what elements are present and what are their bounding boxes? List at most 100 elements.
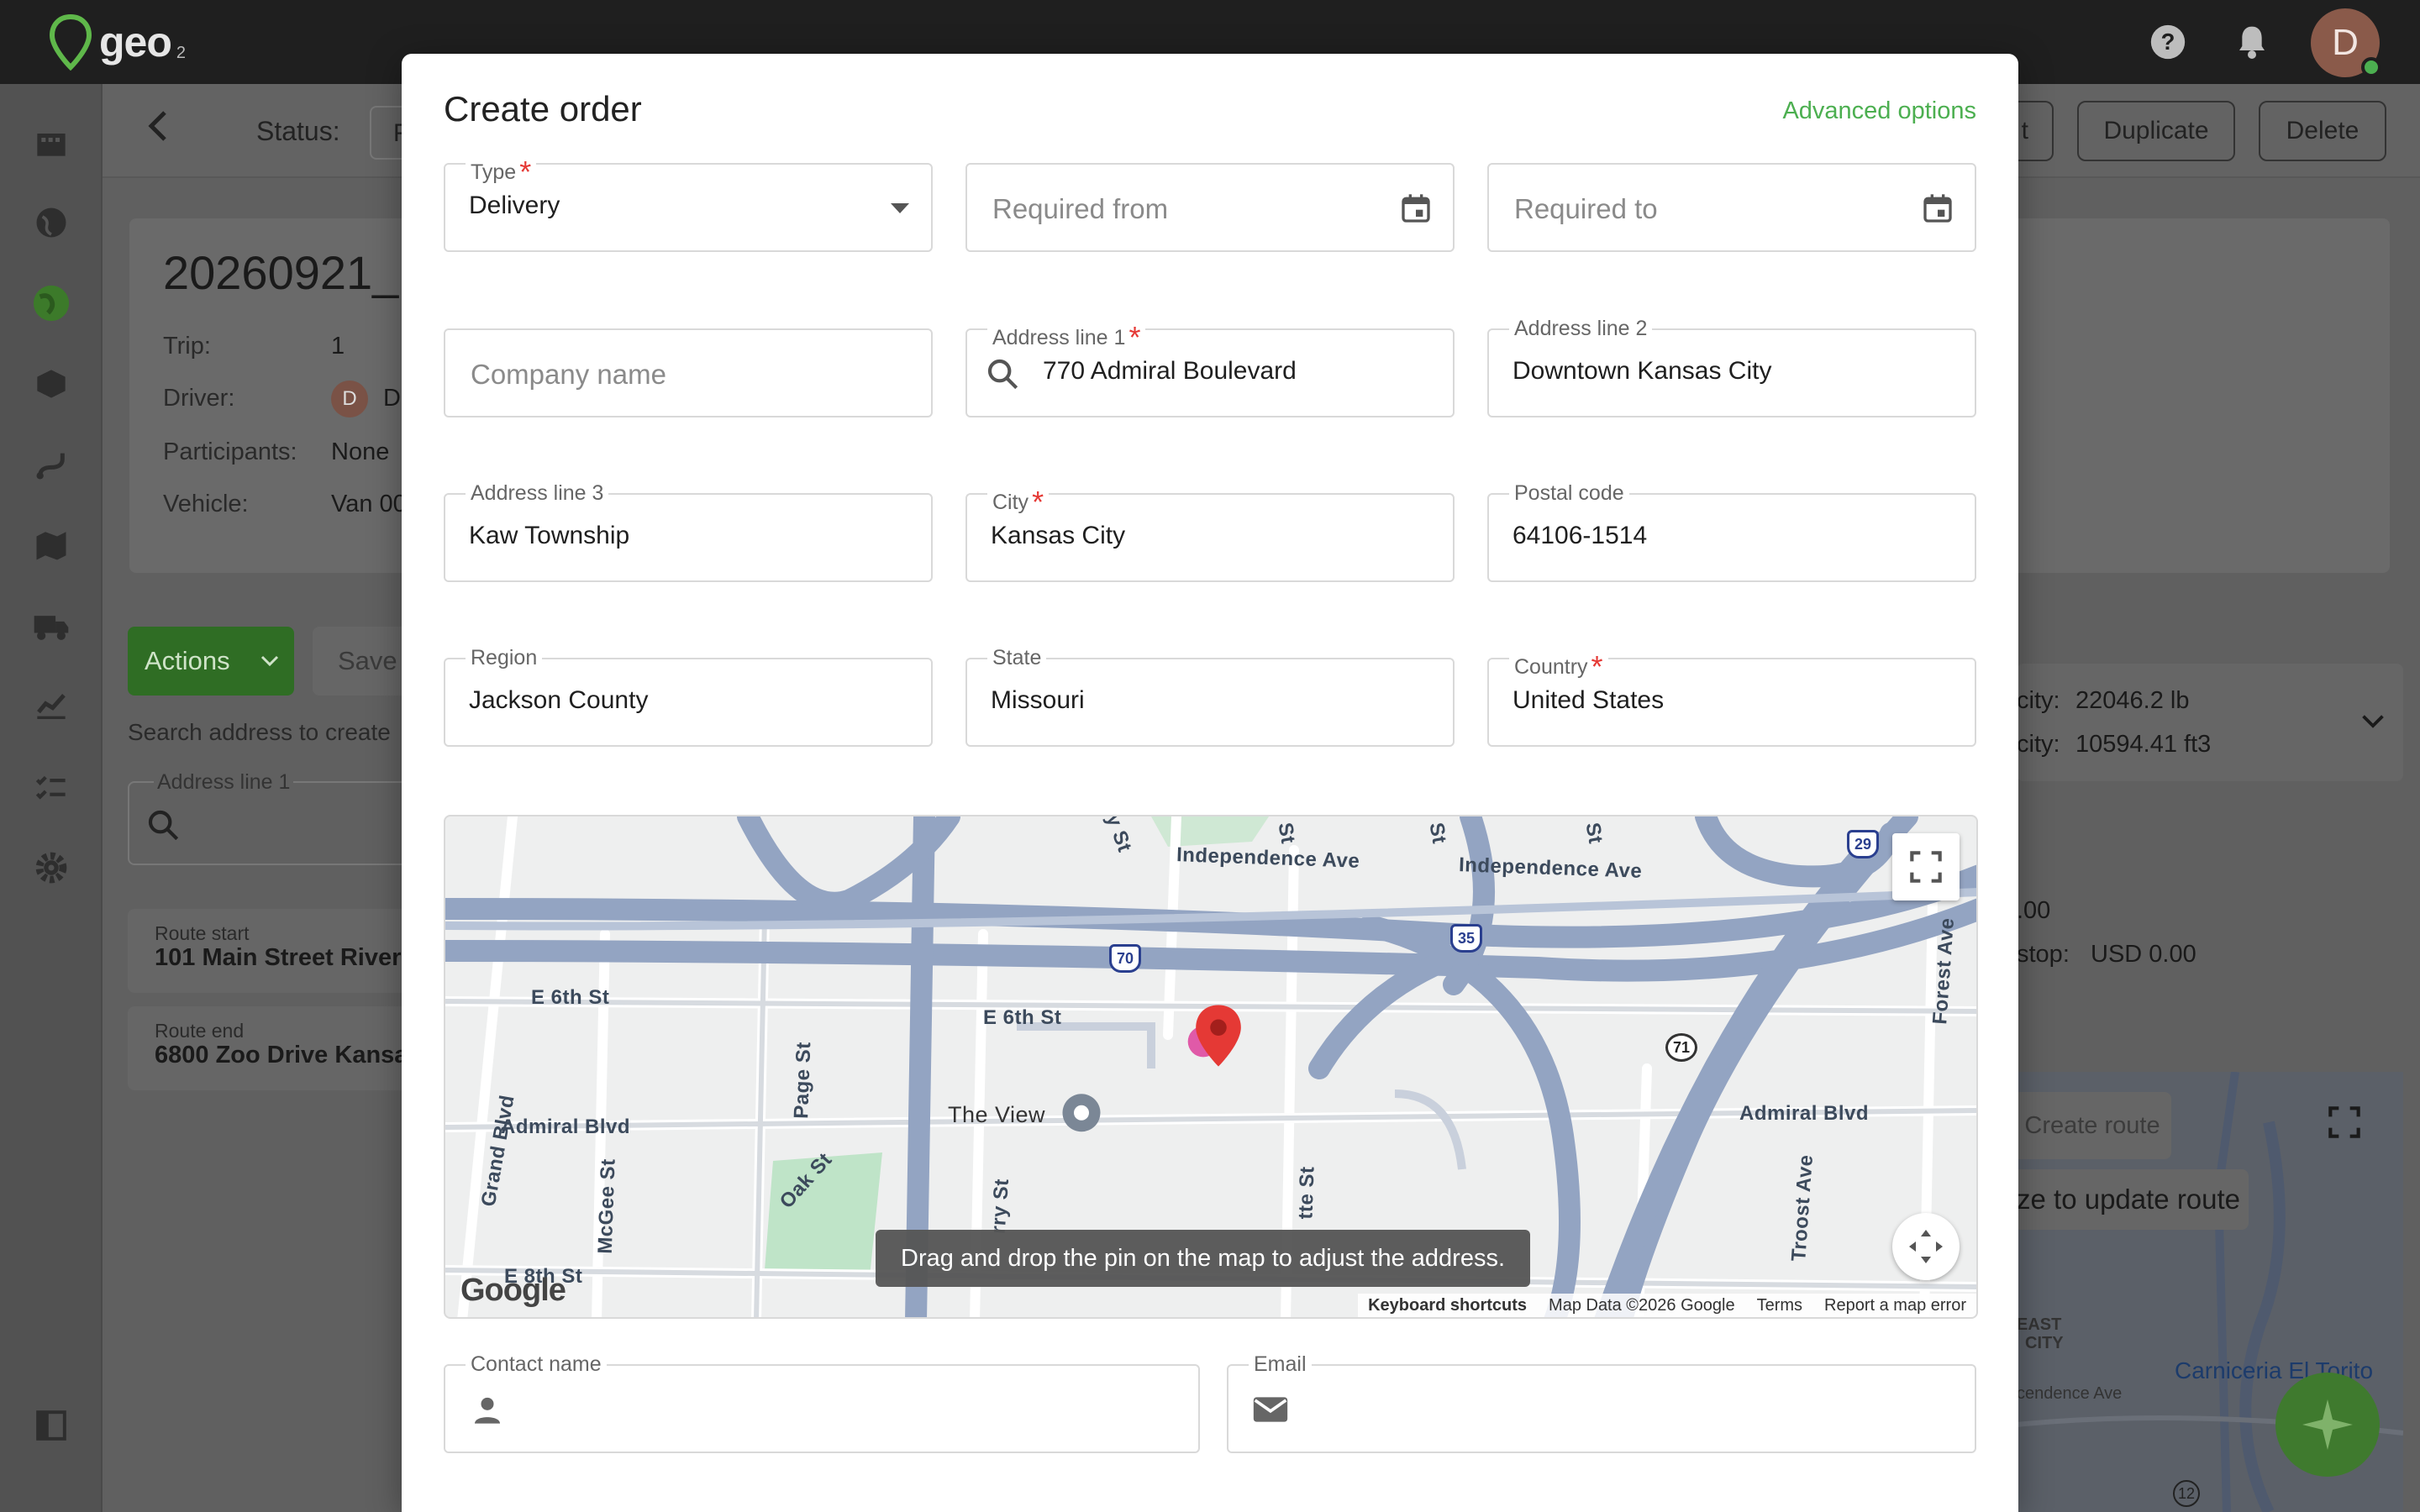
interstate-29-shield: 29 — [1847, 830, 1879, 858]
analytics-icon[interactable] — [30, 685, 72, 727]
postal-code-field[interactable]: Postal code 64106-1514 — [1487, 481, 1976, 582]
collapse-sidebar-icon[interactable] — [30, 1404, 72, 1446]
dropdown-arrow-icon — [891, 203, 909, 213]
postal-code-value: 64106-1514 — [1512, 522, 1648, 549]
pan-arrows-icon — [1909, 1230, 1943, 1263]
assistant-fab-button[interactable] — [2275, 1373, 2380, 1477]
region-field[interactable]: Region Jackson County — [444, 646, 933, 747]
contact-name-field[interactable]: Contact name — [444, 1352, 1200, 1453]
address-line-3-field[interactable]: Address line 3 Kaw Township — [444, 481, 933, 582]
partial-button-label: t — [2021, 117, 2028, 144]
duplicate-button-label: Duplicate — [2103, 117, 2209, 144]
location-pin-icon[interactable] — [1193, 1003, 1244, 1068]
map-attribution-bar: Keyboard shortcuts Map Data ©2026 Google… — [1358, 1294, 1976, 1317]
app-logo[interactable]: geo 2 — [47, 12, 186, 72]
required-to-field[interactable]: Required to — [1487, 163, 1976, 252]
type-select[interactable]: Type * Delivery — [444, 151, 933, 252]
search-icon — [981, 352, 1024, 396]
background-address-label: Address line 1 — [154, 770, 294, 795]
online-status-dot — [2361, 57, 2381, 77]
logo-sub: 2 — [176, 43, 187, 62]
state-field[interactable]: State Missouri — [965, 646, 1455, 747]
map-pan-control[interactable] — [1892, 1213, 1960, 1280]
chevron-down-icon — [260, 655, 278, 667]
capacity-panel[interactable] — [2017, 664, 2403, 781]
country-label-text: Country — [1514, 655, 1588, 679]
update-route-label: ze to update route — [2017, 1184, 2241, 1215]
fullscreen-icon[interactable] — [2328, 1105, 2361, 1139]
report-map-error-link[interactable]: Report a map error — [1824, 1296, 1966, 1315]
truck-icon[interactable] — [30, 605, 72, 647]
cost-2-value: USD 0.00 — [2091, 941, 2196, 968]
trip-label: Trip: — [163, 333, 211, 360]
actions-button-label: Actions — [145, 646, 230, 675]
optimize-update-route-button[interactable]: ze to update route — [2013, 1169, 2249, 1230]
map-fragment-route-12: 12 — [2173, 1480, 2200, 1507]
interstate-70-shield: 70 — [1109, 944, 1141, 973]
address-line-2-value: Downtown Kansas City — [1512, 357, 1772, 385]
help-icon[interactable]: ? — [2144, 18, 2191, 66]
region-value: Jackson County — [469, 686, 649, 714]
map-fragment-east: EAST — [2017, 1315, 2062, 1334]
type-label-text: Type — [471, 160, 517, 184]
region-label: Region — [466, 646, 543, 670]
earth-active-icon[interactable] — [30, 282, 72, 324]
map-label-street-fragment-4: St — [1581, 821, 1607, 846]
person-icon — [466, 1388, 509, 1431]
user-avatar[interactable]: D — [2311, 8, 2381, 77]
trip-value: 1 — [331, 333, 345, 360]
keyboard-shortcuts-link[interactable]: Keyboard shortcuts — [1368, 1296, 1527, 1315]
calendar-icon[interactable] — [1916, 186, 1960, 230]
map-label-street-fragment-3: St — [1424, 821, 1451, 846]
email-label: Email — [1249, 1352, 1312, 1377]
save-button[interactable]: Save — [313, 627, 413, 696]
contact-name-label: Contact name — [466, 1352, 607, 1377]
route-icon[interactable] — [30, 444, 72, 486]
map-fullscreen-button[interactable] — [1892, 833, 1960, 900]
interstate-35-shield: 35 — [1450, 924, 1482, 953]
driver-label: Driver: — [163, 385, 235, 412]
required-from-field[interactable]: Required from — [965, 163, 1455, 252]
duplicate-button[interactable]: Duplicate — [2077, 101, 2235, 161]
city-field[interactable]: City * Kansas City — [965, 481, 1455, 582]
country-field[interactable]: Country * United States — [1487, 646, 1976, 747]
globe-icon[interactable] — [30, 202, 72, 244]
chevron-down-icon[interactable] — [2361, 714, 2385, 729]
terms-link[interactable]: Terms — [1757, 1296, 1802, 1315]
company-name-field[interactable]: Company name — [444, 328, 933, 417]
create-order-dialog: Create order Advanced options Type * Deli… — [402, 54, 2018, 1512]
driver-avatar-initial: D — [342, 387, 357, 410]
required-asterisk: * — [519, 155, 532, 189]
city-label: City * — [987, 481, 1050, 519]
create-route-button[interactable]: Create route — [2013, 1092, 2171, 1159]
us-71-shield: 71 — [1665, 1033, 1697, 1062]
search-address-hint: Search address to create — [128, 719, 391, 745]
email-field[interactable]: Email — [1227, 1352, 1976, 1453]
checklist-icon[interactable] — [30, 766, 72, 808]
delete-button-label: Delete — [2286, 117, 2360, 144]
address-line-1-field[interactable]: Address line 1 * 770 Admiral Boulevard — [965, 317, 1455, 417]
notifications-bell-icon[interactable] — [2228, 18, 2275, 66]
advanced-options-link[interactable]: Advanced options — [1782, 97, 1976, 125]
address-line-2-field[interactable]: Address line 2 Downtown Kansas City — [1487, 317, 1976, 417]
vehicle-value: Van 00 — [331, 491, 407, 517]
capacity-2-value: 10594.41 ft3 — [2075, 731, 2212, 758]
map-label-the-view: The View — [948, 1102, 1046, 1127]
address-map[interactable]: Independence Ave Independence Ave E 6th … — [444, 815, 1978, 1319]
poi-marker-icon[interactable] — [1059, 1092, 1104, 1137]
map-label-e-6th-st-1: E 6th St — [531, 986, 610, 1009]
package-icon[interactable] — [30, 363, 72, 405]
email-envelope-icon — [1249, 1388, 1292, 1431]
calendar-icon[interactable] — [1394, 186, 1438, 230]
status-label: Status: — [256, 116, 340, 146]
vehicle-label: Vehicle: — [163, 491, 249, 517]
dialog-title: Create order — [444, 89, 642, 129]
building-icon[interactable] — [30, 121, 72, 163]
settings-gear-icon[interactable] — [30, 847, 72, 889]
map-icon[interactable] — [30, 524, 72, 566]
map-label-street-fragment-2: St — [1273, 821, 1300, 846]
actions-button[interactable]: Actions — [128, 627, 294, 696]
address-line-1-value: 770 Admiral Boulevard — [1043, 357, 1297, 385]
delete-button[interactable]: Delete — [2259, 101, 2386, 161]
back-arrow-icon[interactable] — [143, 109, 173, 152]
